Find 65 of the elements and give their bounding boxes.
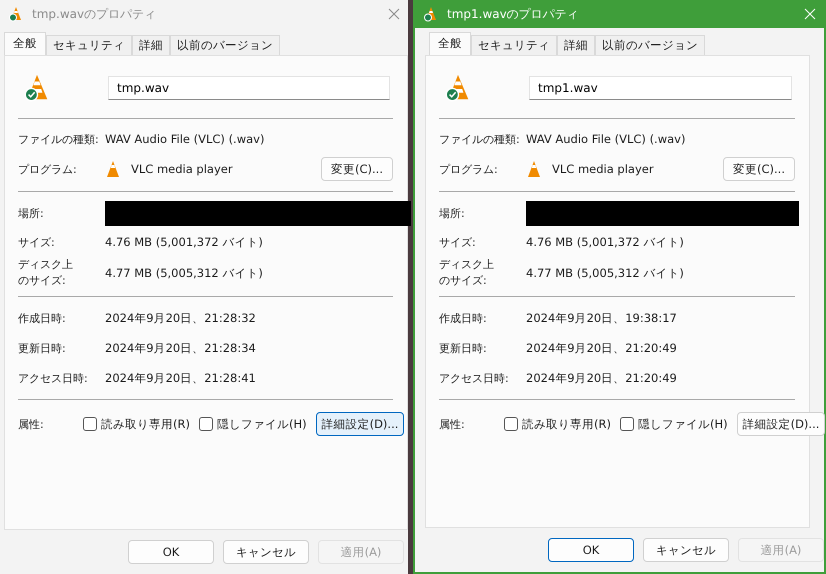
field-label: アクセス日時: (18, 370, 89, 386)
tab[interactable]: 詳細 (132, 35, 170, 55)
field-value: WAV Audio File (VLC) (.wav) (105, 132, 264, 146)
field-value: 4.77 MB (5,005,312 バイト) (526, 266, 684, 280)
tab[interactable]: セキュリティ (471, 35, 557, 55)
field-value: WAV Audio File (VLC) (.wav) (526, 132, 686, 146)
tab[interactable]: 全般 (429, 32, 471, 55)
field-label: プログラム: (439, 162, 499, 176)
change-button[interactable]: 変更(C)... (723, 157, 795, 181)
field-value: 4.76 MB (5,001,372 バイト) (105, 234, 263, 250)
close-icon[interactable] (388, 8, 400, 20)
change-button[interactable]: 変更(C)... (321, 157, 393, 181)
tab[interactable]: 以前のバージョン (595, 35, 705, 55)
file-name-field[interactable]: tmp.wav (108, 76, 390, 100)
field-label: サイズ: (18, 234, 56, 250)
window-title: tmp.wavのプロパティ (32, 6, 158, 22)
checkbox[interactable] (620, 417, 634, 431)
field-value: 2024年9月20日、21:28:32 (105, 310, 256, 326)
checkbox[interactable] (83, 417, 97, 431)
field-label: 場所: (18, 206, 45, 220)
advanced-button[interactable]: 詳細設定(D)... (316, 412, 404, 436)
field-label: 属性: (439, 416, 466, 432)
field-value: 4.77 MB (5,005,312 バイト) (105, 266, 263, 280)
field-label: ディスク上のサイズ: (18, 257, 74, 289)
tab[interactable]: セキュリティ (46, 35, 132, 55)
field-value: 4.76 MB (5,001,372 バイト) (526, 234, 684, 250)
field-label: 場所: (439, 206, 466, 220)
checkbox[interactable] (504, 417, 518, 431)
field-label: サイズ: (439, 234, 477, 250)
field-value: 2024年9月20日、21:28:34 (105, 340, 256, 356)
file-name-field[interactable]: tmp1.wav (529, 76, 792, 100)
field-value: 2024年9月20日、21:20:49 (526, 340, 677, 356)
field-label: ファイルの種類: (439, 132, 521, 146)
tab[interactable]: 以前のバージョン (170, 35, 280, 55)
field-label: 作成日時: (18, 310, 67, 326)
tab[interactable]: 全般 (4, 32, 46, 55)
checkbox[interactable] (198, 417, 213, 431)
dialog-button[interactable]: OK (128, 540, 214, 564)
field-label: 更新日時: (18, 340, 67, 356)
field-label: プログラム: (18, 162, 78, 176)
advanced-button[interactable]: 詳細設定(D)... (736, 412, 826, 436)
field-label: ファイルの種類: (18, 132, 100, 146)
cone-file-icon (8, 6, 24, 22)
checkbox-label[interactable]: 読み取り専用(R) (101, 416, 190, 432)
field-label: 属性: (18, 416, 45, 432)
field-label: ディスク上のサイズ: (439, 257, 495, 289)
window-title: tmp1.wavのプロパティ (447, 6, 580, 22)
tab[interactable]: 詳細 (557, 35, 595, 55)
dialog-button[interactable]: キャンセル (643, 538, 729, 562)
checkbox-label[interactable]: 読み取り専用(R) (522, 416, 611, 432)
cone-icon (526, 160, 542, 178)
field-value: VLC media player (131, 162, 234, 176)
dialog-button[interactable]: OK (548, 538, 634, 562)
checkbox-label[interactable]: 隠しファイル(H) (638, 416, 728, 432)
cone-file-icon (423, 6, 439, 22)
field-label: 更新日時: (439, 340, 488, 356)
cone-icon (105, 160, 121, 178)
field-label: 作成日時: (439, 310, 488, 326)
field-value: 2024年9月20日、21:28:41 (105, 370, 256, 386)
checkbox-label[interactable]: 隠しファイル(H) (216, 416, 307, 432)
field-value: VLC media player (552, 162, 655, 176)
field-label: アクセス日時: (439, 370, 510, 386)
field-value: 2024年9月20日、19:38:17 (526, 310, 677, 326)
field-value: 2024年9月20日、21:20:49 (526, 370, 677, 386)
dialog-button[interactable]: キャンセル (223, 540, 309, 564)
